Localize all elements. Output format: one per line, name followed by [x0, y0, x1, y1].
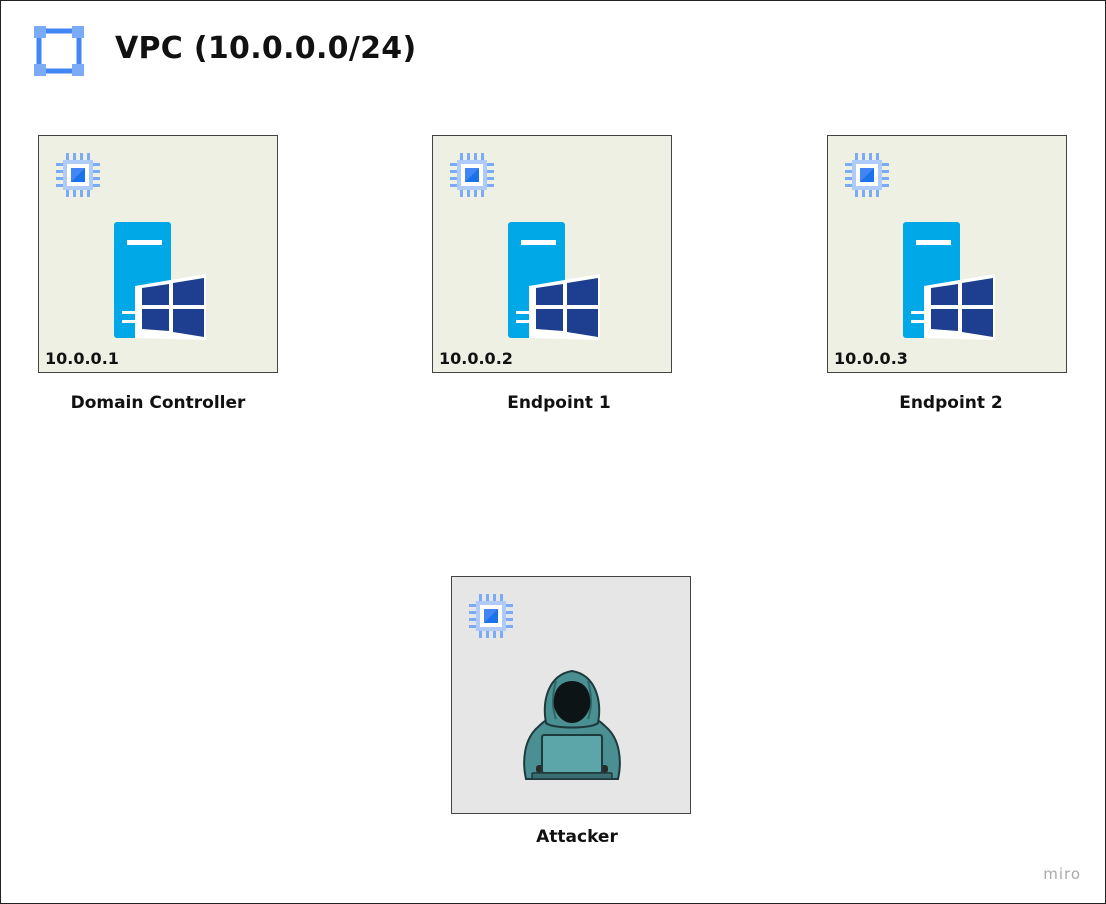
node-attacker[interactable] [451, 576, 691, 814]
node-label-domain-controller: Domain Controller [70, 393, 246, 413]
windows-server-icon [508, 222, 600, 340]
compute-chip-icon [469, 594, 513, 638]
vpc-title: VPC (10.0.0.0/24) [115, 31, 417, 66]
node-label-endpoint-2: Endpoint 2 [899, 393, 1003, 413]
node-label-endpoint-1: Endpoint 1 [507, 393, 611, 413]
ip-address: 10.0.0.3 [834, 349, 908, 368]
miro-watermark: miro [1043, 865, 1081, 883]
compute-chip-icon [450, 153, 494, 197]
windows-server-icon [114, 222, 206, 340]
node-endpoint-2[interactable]: 10.0.0.3 [827, 135, 1067, 373]
ip-address: 10.0.0.2 [439, 349, 513, 368]
hooded-hacker-icon [523, 669, 621, 780]
compute-chip-icon [845, 153, 889, 197]
node-domain-controller[interactable]: 10.0.0.1 [38, 135, 278, 373]
windows-server-icon [903, 222, 995, 340]
vpc-bracket-icon [34, 26, 84, 76]
diagram-canvas: VPC (10.0.0.0/24) 10.0.0.1 Domain Contro… [0, 0, 1106, 904]
ip-address: 10.0.0.1 [45, 349, 119, 368]
compute-chip-icon [56, 153, 100, 197]
node-endpoint-1[interactable]: 10.0.0.2 [432, 135, 672, 373]
node-label-attacker: Attacker [536, 827, 618, 847]
